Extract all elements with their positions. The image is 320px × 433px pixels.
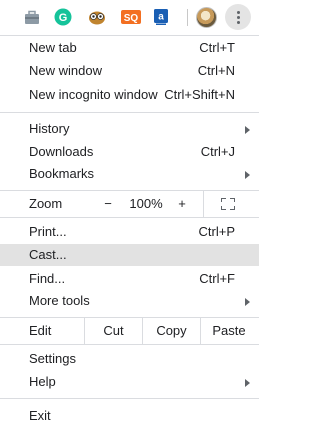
- menu-item-label: History: [29, 121, 70, 136]
- edit-label: Edit: [29, 323, 52, 338]
- menu-separator: [0, 217, 259, 218]
- a-glyph: a: [158, 12, 164, 23]
- copy-button[interactable]: Copy: [143, 318, 200, 344]
- briefcase-extension-icon[interactable]: [23, 8, 41, 26]
- menu-item-new-tab[interactable]: New tab Ctrl+T: [0, 37, 259, 59]
- sq-extension-icon[interactable]: SQ: [121, 8, 141, 26]
- menu-item-shortcut: Ctrl+F: [199, 271, 235, 286]
- menu-item-label: New tab: [29, 40, 77, 55]
- menu-item-label: Print...: [29, 224, 67, 239]
- menu-item-label: New incognito window: [29, 87, 158, 102]
- menu-item-settings[interactable]: Settings: [0, 348, 259, 370]
- zoom-row: Zoom − 100% +: [0, 191, 259, 217]
- menu-item-shortcut: Ctrl+N: [197, 63, 235, 78]
- profile-avatar[interactable]: [196, 7, 217, 28]
- menu-item-shortcut: Ctrl+T: [199, 40, 235, 55]
- menu-separator: [0, 112, 259, 113]
- zoom-divider: [203, 191, 204, 217]
- kebab-dot-icon: [236, 10, 240, 14]
- fullscreen-icon[interactable]: [221, 198, 235, 210]
- menu-item-label: Exit: [29, 408, 51, 423]
- paste-button[interactable]: Paste: [201, 318, 257, 344]
- kebab-dot-icon: [236, 20, 240, 24]
- menu-item-shortcut: Ctrl+P: [198, 224, 235, 239]
- owl-extension-icon[interactable]: [88, 8, 106, 26]
- cut-button[interactable]: Cut: [85, 318, 142, 344]
- zoom-level: 100%: [129, 196, 163, 211]
- grammarly-icon[interactable]: G: [54, 8, 72, 26]
- zoom-in-button[interactable]: +: [170, 191, 194, 217]
- zoom-label: Zoom: [29, 196, 63, 211]
- menu-item-exit[interactable]: Exit: [0, 405, 259, 427]
- menu-separator: [0, 398, 259, 399]
- menu-item-cast[interactable]: Cast...: [0, 244, 259, 266]
- menu-item-label: Cast...: [29, 247, 67, 262]
- menu-item-label: Downloads: [29, 144, 94, 159]
- sq-glyph: SQ: [124, 13, 139, 24]
- menu-item-shortcut: Ctrl+Shift+N: [164, 87, 235, 102]
- menu-item-downloads[interactable]: Downloads Ctrl+J: [0, 141, 259, 163]
- submenu-arrow-icon: [245, 171, 250, 179]
- kebab-dot-icon: [236, 15, 240, 19]
- submenu-arrow-icon: [245, 126, 250, 134]
- edit-row: Edit Cut Copy Paste: [0, 318, 259, 344]
- menu-item-shortcut: Ctrl+J: [200, 144, 235, 159]
- menu-item-label: More tools: [29, 293, 90, 308]
- menu-item-label: Settings: [29, 351, 76, 366]
- menu-item-bookmarks[interactable]: Bookmarks: [0, 163, 259, 185]
- menu-item-label: New window: [29, 63, 102, 78]
- grammarly-glyph: G: [59, 12, 68, 24]
- more-menu-button[interactable]: [225, 4, 251, 30]
- menu-separator: [0, 344, 259, 345]
- submenu-arrow-icon: [245, 298, 250, 306]
- menu-item-help[interactable]: Help: [0, 371, 259, 393]
- menu-item-label: Bookmarks: [29, 166, 95, 181]
- menu-item-new-incognito-window[interactable]: New incognito window Ctrl+Shift+N: [0, 84, 259, 106]
- menu-item-label: Help: [29, 374, 56, 389]
- zoom-out-button[interactable]: −: [96, 191, 120, 217]
- toolbar-divider: [187, 9, 188, 26]
- menu-item-more-tools[interactable]: More tools: [0, 290, 259, 312]
- menu-item-new-window[interactable]: New window Ctrl+N: [0, 60, 259, 82]
- browser-toolbar: G SQ a: [0, 0, 259, 36]
- submenu-arrow-icon: [245, 379, 250, 387]
- menu-item-history[interactable]: History: [0, 118, 259, 140]
- a-extension-icon[interactable]: a: [152, 8, 170, 26]
- menu-item-label: Find...: [29, 271, 66, 286]
- menu-item-find[interactable]: Find... Ctrl+F: [0, 268, 259, 290]
- menu-item-print[interactable]: Print... Ctrl+P: [0, 221, 259, 243]
